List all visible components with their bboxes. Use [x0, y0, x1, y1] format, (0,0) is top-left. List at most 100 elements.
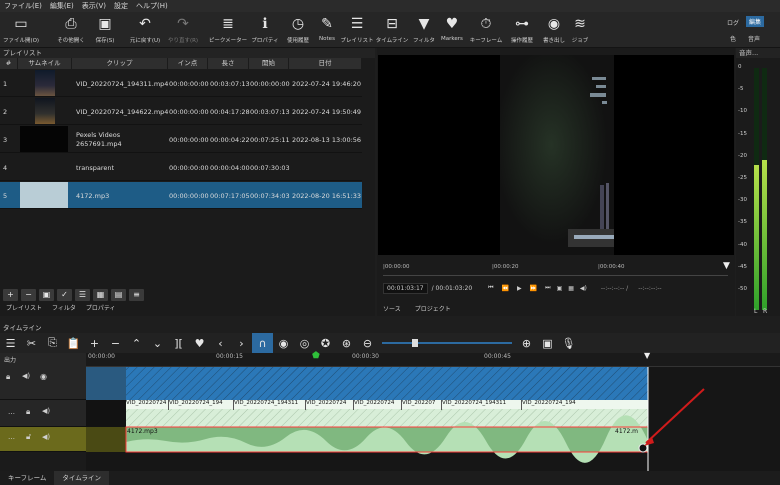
redo-button[interactable]: ↷ やり直す(R): [166, 14, 200, 44]
video-preview[interactable]: [378, 55, 734, 255]
cut-icon[interactable]: ✂: [21, 333, 42, 353]
layout-log-button[interactable]: ログ: [727, 18, 739, 27]
save-button[interactable]: ▣ 保存(S): [88, 14, 122, 44]
marker-icon[interactable]: ♥: [189, 333, 210, 353]
clip-label[interactable]: VID_20220724_194: [169, 400, 234, 410]
lift-icon[interactable]: ⌃: [126, 333, 147, 353]
remove-icon[interactable]: −: [21, 289, 36, 301]
tab-properties[interactable]: プロパティ: [86, 303, 116, 315]
more-icon[interactable]: …: [8, 433, 15, 441]
table-row[interactable]: 4 transparent 00:00:00:00 00:00:04:00 00…: [0, 154, 362, 181]
tab-playlist[interactable]: プレイリスト: [6, 303, 42, 315]
rewind-icon[interactable]: ⏪: [502, 285, 509, 292]
col-clip[interactable]: クリップ: [72, 58, 168, 69]
clip-label[interactable]: VID_20220724_194311: [234, 400, 306, 410]
play-icon[interactable]: ▶: [517, 285, 522, 292]
jobs-history-button[interactable]: ⊶ 操作履歴: [505, 14, 539, 44]
table-row[interactable]: 2 VID_20220724_194622.mp4 00:00:00:00 00…: [0, 98, 362, 125]
lock-icon[interactable]: 🔒︎: [26, 407, 30, 417]
col-in[interactable]: イン点: [168, 58, 208, 69]
tab-timeline[interactable]: タイムライン: [54, 471, 109, 485]
jobs-button[interactable]: ≋ ジョブ: [563, 14, 597, 44]
grid-icon[interactable]: ▦: [568, 285, 574, 292]
marker-flag-icon[interactable]: ⬟: [312, 351, 320, 361]
zoom-out-icon[interactable]: ⊖: [357, 333, 378, 353]
tab-project[interactable]: プロジェクト: [415, 304, 451, 313]
tiles-view-icon[interactable]: ▦: [93, 289, 108, 301]
volume-icon[interactable]: ◀): [580, 285, 587, 292]
playhead-icon[interactable]: ▼: [723, 261, 730, 271]
zoom-in-icon[interactable]: ⊕: [516, 333, 537, 353]
lock-icon[interactable]: 🔒︎: [6, 372, 10, 382]
open-file-button[interactable]: ▭ ファイル開(O): [3, 14, 39, 44]
menu-icon[interactable]: ≡: [129, 289, 144, 301]
table-row[interactable]: 1 VID_20220724_194311.mp4 00:00:00:00 00…: [0, 70, 362, 97]
details-view-icon[interactable]: ☰: [75, 289, 90, 301]
player-ruler[interactable]: |00:00:00 |00:00:20 |00:00:40 ▼: [383, 261, 730, 276]
layout-audio-button[interactable]: 音声: [748, 34, 760, 43]
eye-icon[interactable]: ◉: [40, 372, 47, 381]
zoom-fit-icon[interactable]: ▣: [537, 333, 558, 353]
audio-clip-label-end[interactable]: 4172.m: [615, 428, 638, 435]
audio-clip-label[interactable]: 4172.mp3: [127, 428, 158, 435]
clip-label[interactable]: VID_20220724: [354, 400, 402, 410]
layout-edit-button[interactable]: 編集: [746, 16, 765, 27]
zoom-icon[interactable]: ▣: [557, 285, 563, 292]
menu-icon[interactable]: ☰: [0, 333, 21, 353]
clip-label[interactable]: VID_20220724: [306, 400, 354, 410]
tab-keyframes[interactable]: キーフレーム: [0, 471, 54, 485]
add-icon[interactable]: +: [3, 289, 18, 301]
properties-button[interactable]: ℹ プロパティ: [248, 14, 282, 44]
clip-label[interactable]: VID_20220724_194: [522, 400, 582, 410]
menu-view[interactable]: 表示(V): [78, 1, 110, 11]
table-row[interactable]: 3 Pexels Videos 2657691.mp4 00:00:00:00 …: [0, 126, 362, 153]
col-thumbnail[interactable]: サムネイル: [18, 58, 72, 69]
layout-color-button[interactable]: 色: [730, 34, 736, 43]
paste-icon[interactable]: 📋: [63, 333, 84, 353]
update-icon[interactable]: ▣: [39, 289, 54, 301]
clip-label[interactable]: VID_202207: [402, 400, 442, 410]
clip-label[interactable]: VID_20220724_194311: [442, 400, 522, 410]
playlist-button[interactable]: ☰ プレイリスト: [340, 14, 374, 44]
ripple-all-icon[interactable]: ✪: [315, 333, 336, 353]
mute-icon[interactable]: ◀): [42, 433, 50, 441]
skip-start-icon[interactable]: ⏮: [488, 284, 493, 292]
record-audio-icon[interactable]: 🎙: [558, 333, 579, 353]
zoom-slider[interactable]: [382, 339, 512, 347]
col-date[interactable]: 日付: [289, 58, 362, 69]
undo-button[interactable]: ↶ 元に戻す(U): [128, 14, 162, 44]
markers-button[interactable]: ♥ Markers: [435, 14, 469, 42]
icons-view-icon[interactable]: ▤: [111, 289, 126, 301]
menu-edit[interactable]: 編集(E): [46, 1, 78, 11]
open-other-button[interactable]: ⎙ その他開く: [54, 14, 88, 44]
current-time-field[interactable]: 00:01:03:17: [383, 282, 428, 294]
scrub-icon[interactable]: ◉: [273, 333, 294, 353]
col-start[interactable]: 開始: [249, 58, 289, 69]
prev-marker-icon[interactable]: ‹: [210, 333, 231, 353]
col-num[interactable]: #: [0, 58, 18, 69]
append-icon[interactable]: +: [84, 333, 105, 353]
menu-settings[interactable]: 設定: [110, 1, 132, 11]
check-icon[interactable]: ✓: [57, 289, 72, 301]
mute-icon[interactable]: ◀): [42, 407, 50, 415]
unlock-icon[interactable]: 🔓︎: [26, 432, 31, 442]
ripple-markers-icon[interactable]: ⊛: [336, 333, 357, 353]
timeline-ruler[interactable]: 00:00:00 00:00:15 00:00:30 00:00:45 ⬟ ▼: [86, 351, 780, 367]
col-length[interactable]: 長さ: [208, 58, 249, 69]
ripple-icon[interactable]: ◎: [294, 333, 315, 353]
snap-icon[interactable]: ∩: [252, 333, 273, 353]
ripple-delete-icon[interactable]: −: [105, 333, 126, 353]
keyframe-button[interactable]: ⏱ キーフレーム: [469, 14, 503, 44]
zoom-slider-handle[interactable]: [412, 339, 418, 347]
mute-icon[interactable]: ◀): [22, 372, 30, 380]
overwrite-icon[interactable]: ⌄: [147, 333, 168, 353]
skip-end-icon[interactable]: ⏭: [545, 284, 550, 292]
more-icon[interactable]: …: [8, 408, 15, 416]
timeline-button[interactable]: ⊟ タイムライン: [375, 14, 409, 44]
playhead-icon[interactable]: ▼: [644, 351, 650, 360]
next-marker-icon[interactable]: ›: [231, 333, 252, 353]
notes-button[interactable]: ✎ Notes: [310, 14, 344, 42]
tab-filter[interactable]: フィルタ: [52, 303, 76, 315]
table-row-selected[interactable]: 5 4172.mp3 00:00:00:00 00:07:17:05 00:07…: [0, 182, 362, 209]
split-icon[interactable]: ][: [168, 333, 189, 353]
